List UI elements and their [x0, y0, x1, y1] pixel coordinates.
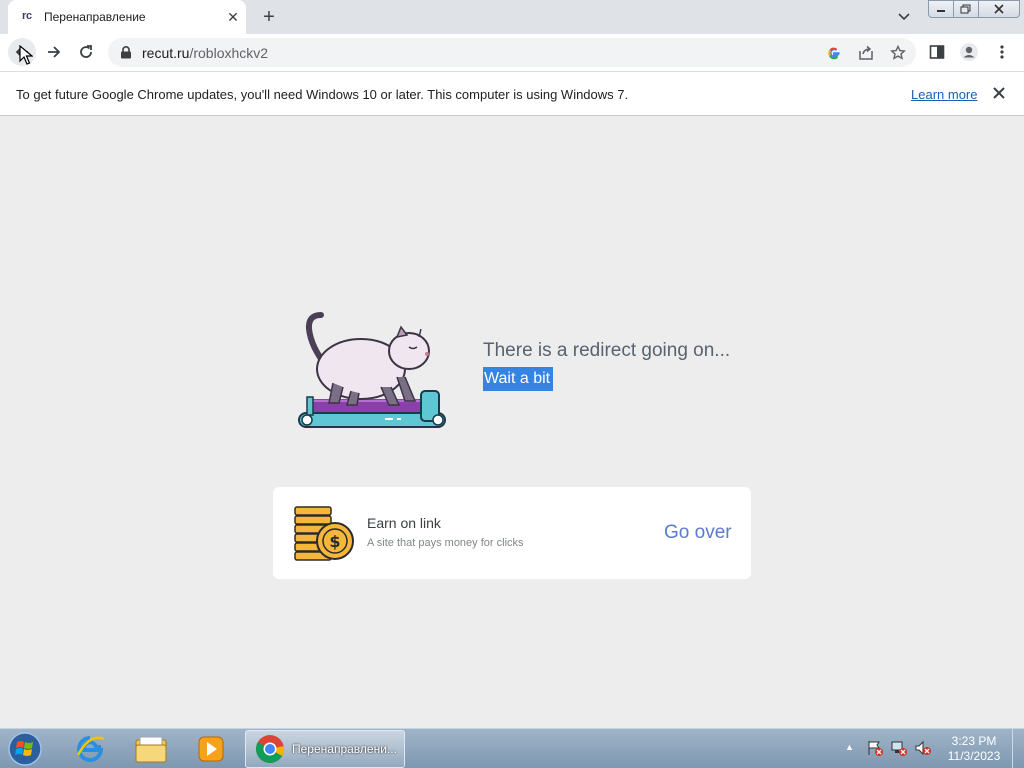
taskbar-window-title: Перенаправлени...	[292, 742, 397, 756]
taskbar-chrome-window[interactable]: Перенаправлени...	[245, 730, 405, 768]
window-close-button[interactable]	[979, 0, 1020, 18]
forward-arrow-icon	[48, 46, 61, 58]
volume-muted-icon[interactable]	[914, 740, 932, 756]
card-title: Earn on link	[367, 515, 441, 531]
url-host: recut.ru	[142, 45, 190, 61]
network-icon[interactable]	[890, 740, 908, 756]
system-clock[interactable]: 3:23 PM 11/3/2023	[944, 734, 1004, 764]
go-over-button[interactable]: Go over	[664, 522, 732, 544]
redirect-title: There is a redirect going on...	[483, 340, 731, 361]
reload-button[interactable]	[72, 38, 100, 66]
url-text[interactable]: recut.ru/robloxhckv2	[142, 45, 268, 61]
card-subtitle: A site that pays money for clicks	[367, 537, 524, 549]
file-explorer-icon[interactable]	[127, 731, 175, 767]
reload-icon	[80, 45, 92, 58]
side-panel-icon[interactable]	[927, 42, 947, 62]
forward-button[interactable]	[40, 38, 68, 66]
share-icon[interactable]	[857, 44, 875, 62]
tab-title: Перенаправление	[44, 10, 146, 24]
page-content: There is a redirect going on... Wait a b…	[0, 117, 1024, 728]
minimize-button[interactable]	[928, 0, 954, 18]
show-desktop-button[interactable]	[1012, 729, 1024, 768]
mouse-cursor-icon	[19, 45, 33, 65]
browser-toolbar: recut.ru/robloxhckv2	[0, 34, 1024, 71]
clock-date: 11/3/2023	[947, 749, 1001, 763]
tray-expand-icon[interactable]: ▲	[845, 742, 854, 752]
windows-taskbar: Перенаправлени... ▲ 3:23 PM 11/3/2023	[0, 728, 1024, 768]
clock-time: 3:23 PM	[951, 734, 997, 748]
action-center-flag-icon[interactable]	[866, 740, 884, 756]
address-bar[interactable]: recut.ru/robloxhckv2	[108, 38, 916, 67]
infobar-message: To get future Google Chrome updates, you…	[16, 87, 629, 102]
learn-more-link[interactable]: Learn more	[911, 87, 977, 102]
profile-icon[interactable]	[959, 42, 979, 62]
close-icon[interactable]	[990, 84, 1008, 102]
google-icon[interactable]	[825, 44, 843, 62]
chrome-icon	[256, 735, 285, 763]
site-favicon-icon: rc	[22, 10, 32, 22]
svg-text:$: $	[329, 532, 340, 551]
restore-button[interactable]	[954, 0, 979, 18]
menu-icon[interactable]	[992, 42, 1012, 62]
window-controls	[928, 0, 1020, 18]
update-infobar: To get future Google Chrome updates, you…	[0, 71, 1024, 116]
new-tab-button[interactable]: +	[258, 6, 280, 28]
lock-icon[interactable]	[120, 46, 132, 59]
tab-active[interactable]: rc Перенаправление ✕	[8, 0, 246, 34]
redirect-subtitle: Wait a bit	[483, 367, 554, 391]
earn-on-link-card[interactable]: $ Earn on link A site that pays money fo…	[273, 487, 751, 579]
tab-search-icon[interactable]	[894, 6, 914, 26]
tab-close-icon[interactable]: ✕	[224, 8, 242, 26]
coins-icon: $	[294, 506, 354, 561]
internet-explorer-icon[interactable]	[66, 731, 114, 767]
windows-start-icon[interactable]	[6, 731, 44, 767]
cat-treadmill-illustration	[298, 312, 446, 428]
media-player-icon[interactable]	[187, 731, 235, 767]
tab-strip: rc Перенаправление ✕ +	[0, 0, 1024, 34]
url-path: /robloxhckv2	[189, 45, 269, 61]
star-icon[interactable]	[889, 44, 907, 62]
